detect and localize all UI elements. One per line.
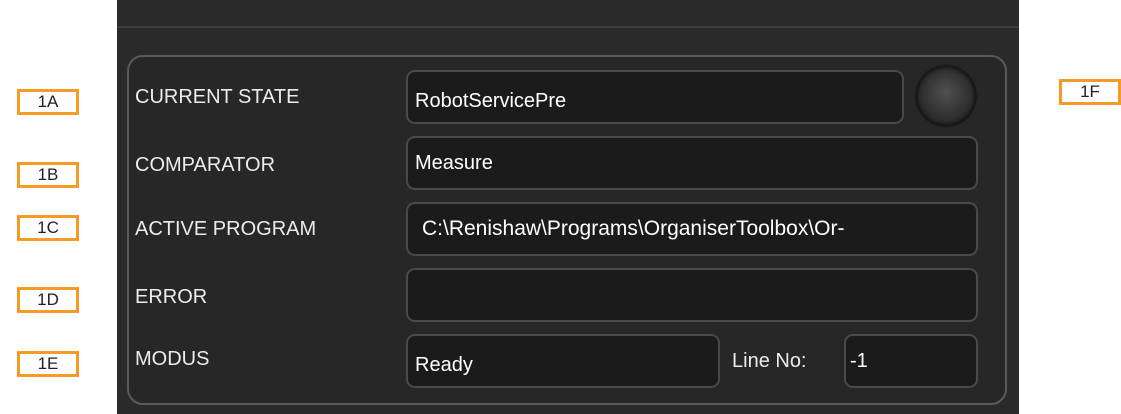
line-no-field[interactable]: -1 — [844, 334, 978, 388]
callout-1c: 1C — [17, 215, 79, 241]
active-program-field[interactable]: C:\Renishaw\Programs\OrganiserToolbox\Or… — [406, 202, 978, 256]
comparator-label: COMPARATOR — [135, 154, 276, 176]
callout-1f: 1F — [1059, 79, 1121, 105]
modus-field[interactable]: Ready — [406, 334, 720, 388]
error-label: ERROR — [135, 286, 208, 308]
modus-label: MODUS — [135, 348, 210, 370]
current-state-label: CURRENT STATE — [135, 86, 300, 108]
callout-1e: 1E — [17, 351, 79, 377]
current-state-field[interactable]: RobotServicePre — [406, 70, 904, 124]
line-no-label: Line No: — [732, 350, 807, 372]
callout-1d: 1D — [17, 287, 79, 313]
active-program-label: ACTIVE PROGRAM — [135, 218, 317, 240]
status-led-icon — [916, 66, 976, 126]
comparator-field[interactable]: Measure — [406, 136, 978, 190]
status-led-inner — [928, 78, 964, 114]
callout-1a: 1A — [17, 89, 79, 115]
panel-header-strip — [117, 0, 1019, 28]
error-field[interactable] — [406, 268, 978, 322]
callout-1b: 1B — [17, 162, 79, 188]
